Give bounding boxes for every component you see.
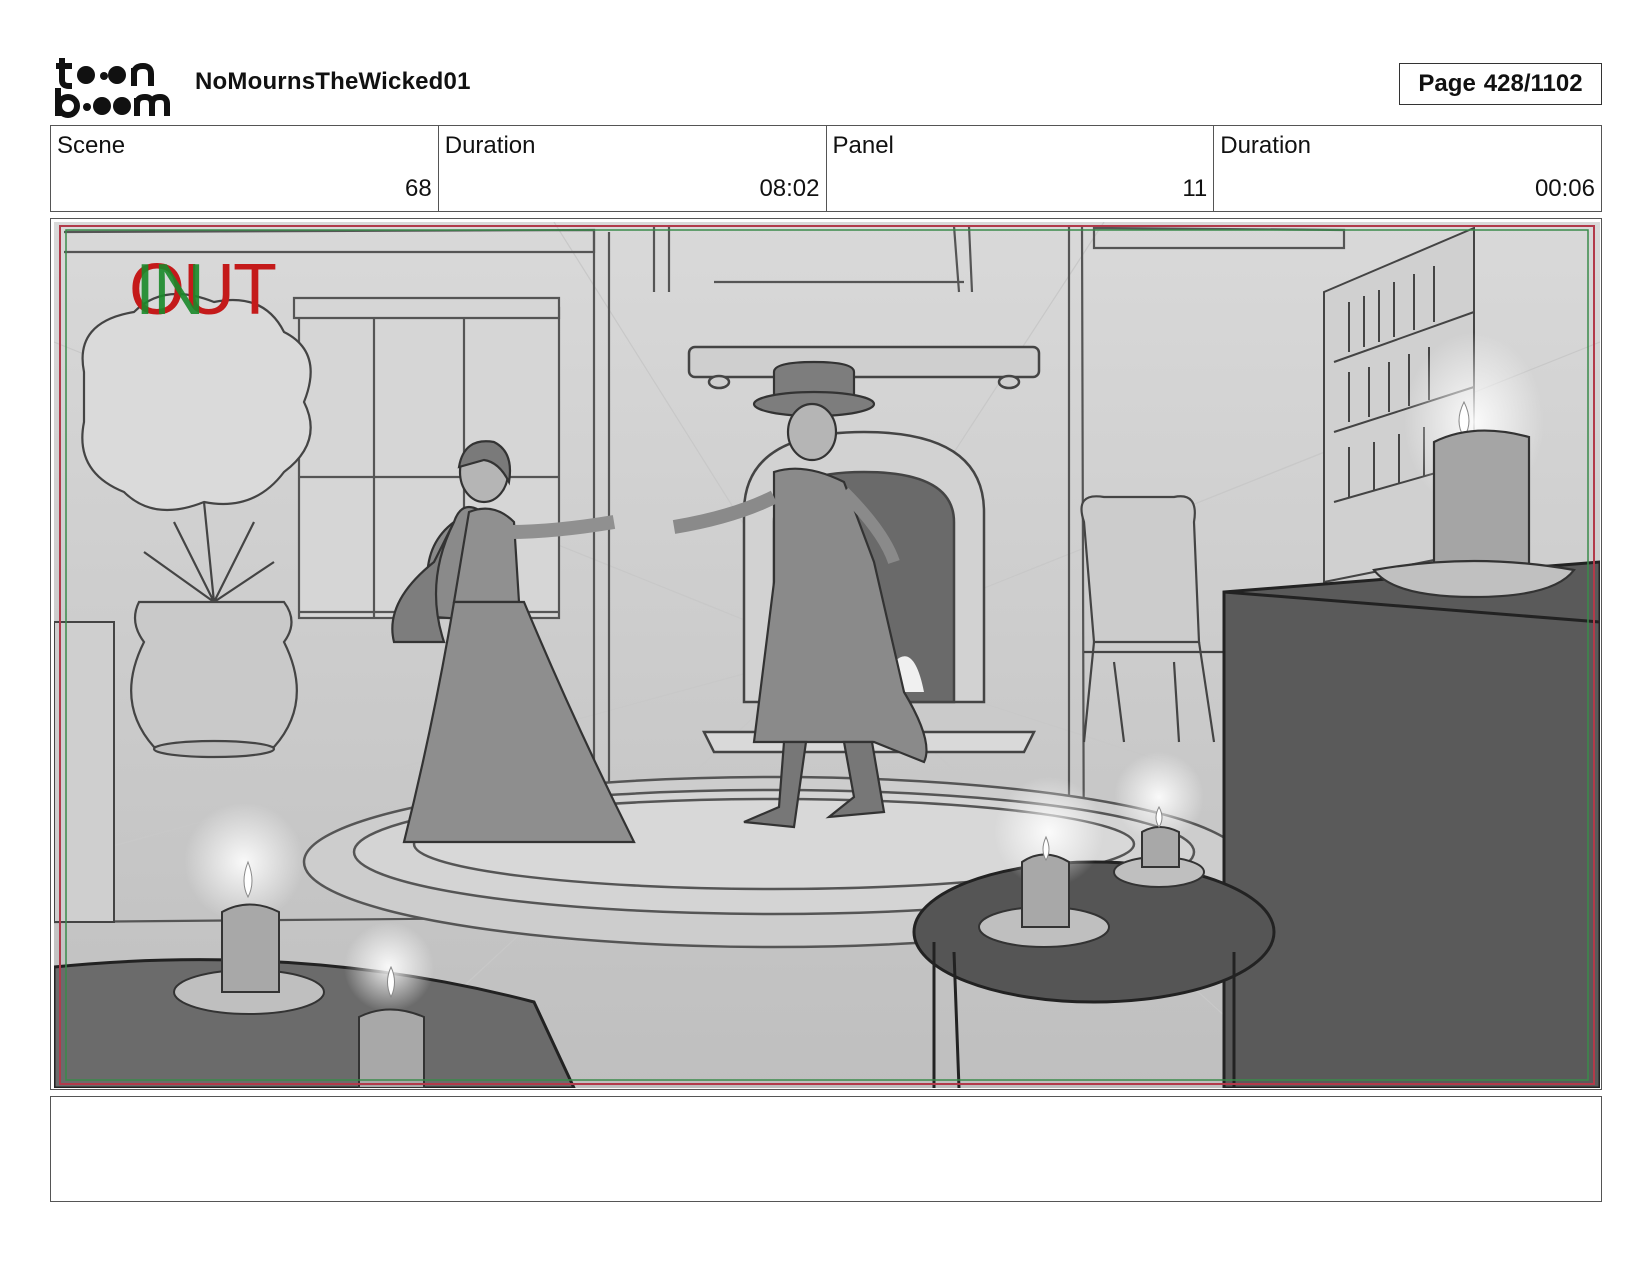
panel-cell: Panel 11 [827, 126, 1215, 211]
scene-cell: Scene 68 [51, 126, 439, 211]
in-marker: IN [135, 250, 205, 330]
page-number: 428/1102 [1483, 70, 1583, 97]
project-title: NoMournsTheWicked01 [195, 68, 471, 95]
scene-duration-label: Duration [444, 132, 536, 159]
scene-info-table: Scene 68 Duration 08:02 Panel 11 Duratio… [50, 125, 1602, 212]
page-label: Page [1418, 70, 1476, 97]
scene-duration-value: 08:02 [759, 175, 820, 202]
scene-duration-cell: Duration 08:02 [439, 126, 827, 211]
panel-duration-cell: Duration 00:06 [1214, 126, 1601, 211]
panel-duration-label: Duration [1220, 132, 1311, 159]
panel-sketch [54, 222, 1600, 1088]
panel-value: 11 [1182, 175, 1208, 202]
page-indicator: Page 428/1102 [1399, 63, 1602, 105]
scene-value: 68 [405, 175, 432, 202]
scene-label: Scene [57, 132, 126, 159]
panel-notes-box[interactable] [50, 1096, 1602, 1202]
panel-duration-value: 00:06 [1534, 175, 1595, 202]
panel-label: Panel [832, 132, 894, 159]
toon-boom-logo [54, 54, 172, 118]
storyboard-panel: OUT IN [50, 218, 1602, 1090]
